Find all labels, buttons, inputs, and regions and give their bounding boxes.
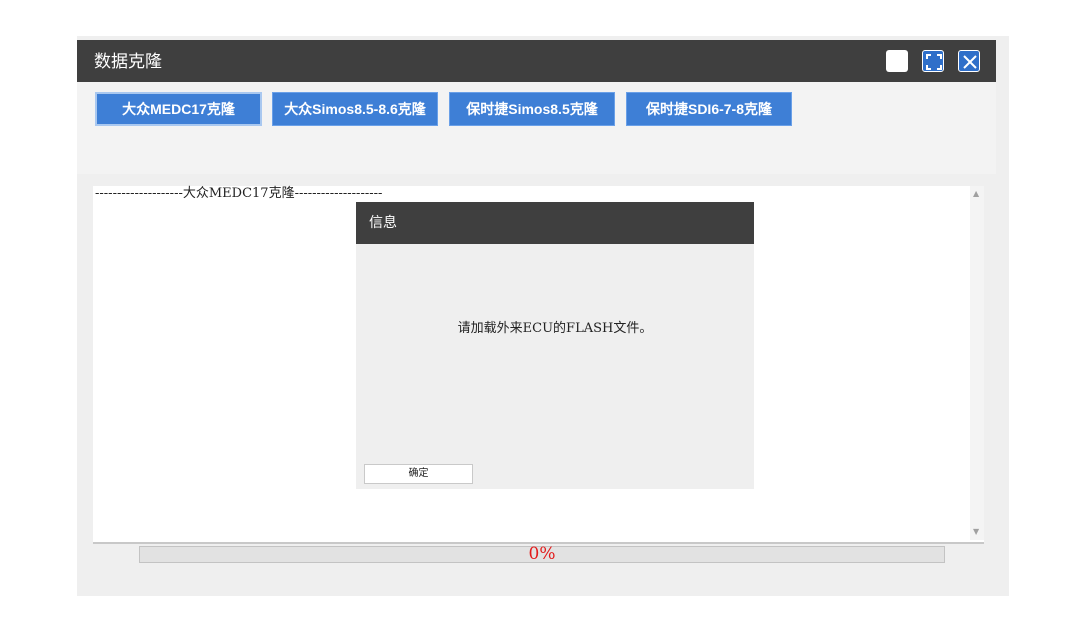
progress-label: 0%	[528, 544, 556, 564]
dialog-header: 信息	[356, 202, 754, 244]
porsche-simos-clone-button[interactable]: 保时捷Simos8.5克隆	[449, 92, 615, 126]
minimize-icon[interactable]	[886, 50, 908, 72]
app-window: 数据克隆 大众MEDC17克隆 大众Simos8.5-8.6克隆 保时捷Simo…	[77, 36, 1009, 596]
porsche-sdi-clone-button[interactable]: 保时捷SDI6-7-8克隆	[626, 92, 792, 126]
vw-medc17-clone-button[interactable]: 大众MEDC17克隆	[95, 92, 262, 126]
maximize-icon[interactable]	[922, 50, 944, 72]
progress-bar: 0%	[139, 544, 945, 564]
vw-simos-clone-button[interactable]: 大众Simos8.5-8.6克隆	[272, 92, 438, 126]
close-icon[interactable]	[958, 50, 980, 72]
toolbar: 大众MEDC17克隆 大众Simos8.5-8.6克隆 保时捷Simos8.5克…	[77, 82, 996, 174]
title-bar: 数据克隆	[77, 40, 996, 82]
dialog-title: 信息	[369, 215, 397, 231]
log-line: --------------------大众MEDC17克隆----------…	[95, 186, 383, 201]
scrollbar[interactable]: ▲ ▼	[970, 186, 984, 540]
window-title: 数据克隆	[94, 52, 162, 72]
ok-button[interactable]: 确定	[364, 464, 473, 484]
dialog-message: 请加载外来ECU的FLASH文件。	[457, 321, 653, 336]
info-dialog: 信息 请加载外来ECU的FLASH文件。 确定	[356, 202, 754, 489]
scroll-up-icon[interactable]: ▲	[973, 190, 979, 198]
scroll-down-icon[interactable]: ▼	[973, 528, 979, 536]
